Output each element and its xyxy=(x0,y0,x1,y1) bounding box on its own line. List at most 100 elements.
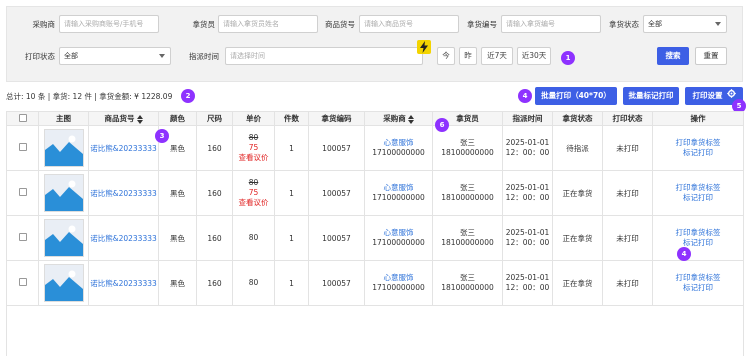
print-pick-label-link[interactable]: 打印拿货标签 xyxy=(676,138,721,147)
col-image: 主图 xyxy=(38,111,89,126)
annotation-marker-4-row: 4 xyxy=(677,247,691,261)
mark-print-link[interactable]: 标记打印 xyxy=(683,193,713,202)
thumbnail-cell xyxy=(38,170,89,216)
select-all-checkbox[interactable] xyxy=(18,113,27,122)
col-buyer[interactable]: 采购商 xyxy=(364,111,433,126)
qty-cell: 1 xyxy=(274,125,309,171)
product-image[interactable] xyxy=(43,264,84,302)
buyer-label: 采购商 xyxy=(32,20,56,29)
assign-date: 2025-01-01 xyxy=(505,183,550,192)
buyer-cell: 心意服饰 17100000000 xyxy=(364,260,433,306)
price-cell: 80 xyxy=(232,215,275,261)
assign-time-cell: 2025-01-01 12：00：00 xyxy=(502,260,553,306)
buyer-name-link[interactable]: 心意服饰 xyxy=(384,273,414,282)
buyer-name-link[interactable]: 心意服饰 xyxy=(384,228,414,237)
chevron-down-icon xyxy=(715,22,721,26)
picker-cell: 张三 18100000000 xyxy=(432,260,503,306)
row-checkbox[interactable] xyxy=(18,233,27,241)
price-cell: 80 75 查看议价 xyxy=(232,125,275,171)
search-button[interactable]: 搜索 xyxy=(657,47,689,65)
lightning-icon[interactable] xyxy=(417,40,431,54)
buyer-cell: 心意服饰 17100000000 xyxy=(364,125,433,171)
print-pick-label-link[interactable]: 打印拿货标签 xyxy=(676,273,721,282)
row-checkbox[interactable] xyxy=(18,188,27,196)
print-status-select[interactable]: 全部 xyxy=(59,47,171,65)
picker-label: 拿货员 xyxy=(192,20,216,29)
buyer-input[interactable]: 请输入采购商账号/手机号 xyxy=(59,15,159,33)
view-negotiation-link[interactable]: 查看议价 xyxy=(239,198,269,207)
sort-icon[interactable] xyxy=(407,114,414,124)
quick-date-today[interactable]: 今 xyxy=(437,47,455,65)
quick-date-30days[interactable]: 近30天 xyxy=(517,47,551,65)
sort-icon[interactable] xyxy=(136,114,143,124)
pick-status-select[interactable]: 全部 xyxy=(643,15,727,33)
size-cell: 160 xyxy=(196,170,233,216)
view-negotiation-link[interactable]: 查看议价 xyxy=(239,153,269,162)
quick-date-7days[interactable]: 近7天 xyxy=(481,47,513,65)
buyer-cell: 心意服饰 17100000000 xyxy=(364,215,433,261)
product-image[interactable] xyxy=(43,129,84,167)
print-pick-label-link[interactable]: 打印拿货标签 xyxy=(676,183,721,192)
goods-no-link[interactable]: 诺比熊&20233333 xyxy=(90,189,157,198)
mark-print-link[interactable]: 标记打印 xyxy=(683,283,713,292)
row-select-cell[interactable] xyxy=(6,260,39,306)
row-checkbox[interactable] xyxy=(18,143,27,151)
annotation-marker-1: 1 xyxy=(561,51,575,65)
print-status-cell: 未打印 xyxy=(602,215,653,261)
assign-time-label: 指派时间 xyxy=(189,52,219,61)
col-goods-no[interactable]: 商品货号 xyxy=(88,111,159,126)
pick-status-value: 全部 xyxy=(648,20,662,28)
actions-cell: 打印拿货标签 标记打印 xyxy=(652,260,744,306)
row-checkbox[interactable] xyxy=(18,278,27,286)
goods-no-input[interactable]: 请输入商品货号 xyxy=(359,15,459,33)
product-image[interactable] xyxy=(43,174,84,212)
goods-no-cell: 诺比熊&20233333 xyxy=(88,215,159,261)
buyer-name-link[interactable]: 心意服饰 xyxy=(384,138,414,147)
actions-cell: 打印拿货标签 标记打印 xyxy=(652,215,744,261)
code-cell: 100057 xyxy=(308,125,365,171)
col-buyer-label: 采购商 xyxy=(383,114,406,123)
empty-cell xyxy=(6,305,744,356)
assign-time-cell: 2025-01-01 12：00：00 xyxy=(502,125,553,171)
actions-cell: 打印拿货标签 标记打印 xyxy=(652,170,744,216)
col-print-status: 打印状态 xyxy=(602,111,653,126)
goods-no-link[interactable]: 诺比熊&20233333 xyxy=(90,144,157,153)
batch-print-button[interactable]: 批量打印（40*70） xyxy=(535,87,617,105)
goods-no-link[interactable]: 诺比熊&20233333 xyxy=(90,234,157,243)
assign-time-input[interactable]: 请选择时间 xyxy=(225,47,423,65)
assign-date: 2025-01-01 xyxy=(505,228,550,237)
select-all-cell[interactable] xyxy=(6,111,39,126)
price-cell: 80 xyxy=(232,260,275,306)
product-image[interactable] xyxy=(43,219,84,257)
reset-button[interactable]: 重置 xyxy=(695,47,727,65)
picker-input[interactable]: 请输入拿货员姓名 xyxy=(218,15,318,33)
buyer-phone: 17100000000 xyxy=(372,148,425,157)
assign-time: 12：00：00 xyxy=(505,283,550,292)
picker-phone: 18100000000 xyxy=(441,283,494,292)
pick-table: 主图 商品货号 颜色 尺码 单价 件数 拿货编码 采购商 拿货员 指派时间 拿货… xyxy=(6,111,744,356)
pick-no-input[interactable]: 请输入拿货编号 xyxy=(501,15,601,33)
filter-panel: 采购商 请输入采购商账号/手机号 拿货员 请输入拿货员姓名 商品货号 请输入商品… xyxy=(6,6,743,82)
goods-no-cell: 诺比熊&20233333 xyxy=(88,170,159,216)
col-size: 尺码 xyxy=(196,111,233,126)
pick-no-label: 拿货编号 xyxy=(467,20,497,29)
mark-print-link[interactable]: 标记打印 xyxy=(683,148,713,157)
unit-price: 80 xyxy=(248,278,259,287)
row-select-cell[interactable] xyxy=(6,215,39,261)
thumbnail-cell xyxy=(38,125,89,171)
print-pick-label-link[interactable]: 打印拿货标签 xyxy=(676,228,721,237)
picker-cell: 张三 18100000000 xyxy=(432,215,503,261)
assign-time-cell: 2025-01-01 12：00：00 xyxy=(502,170,553,216)
row-select-cell[interactable] xyxy=(6,125,39,171)
chevron-down-icon xyxy=(159,54,165,58)
buyer-cell: 心意服饰 17100000000 xyxy=(364,170,433,216)
goods-no-link[interactable]: 诺比熊&20233333 xyxy=(90,279,157,288)
goods-no-cell: 诺比熊&20233333 xyxy=(88,260,159,306)
buyer-name-link[interactable]: 心意服饰 xyxy=(384,183,414,192)
pick-status-cell: 正在拿货 xyxy=(552,260,603,306)
quick-date-yesterday[interactable]: 昨 xyxy=(459,47,477,65)
col-qty: 件数 xyxy=(274,111,309,126)
row-select-cell[interactable] xyxy=(6,170,39,216)
batch-mark-print-button[interactable]: 批量标记打印 xyxy=(623,87,679,105)
mark-print-link[interactable]: 标记打印 xyxy=(683,238,713,247)
